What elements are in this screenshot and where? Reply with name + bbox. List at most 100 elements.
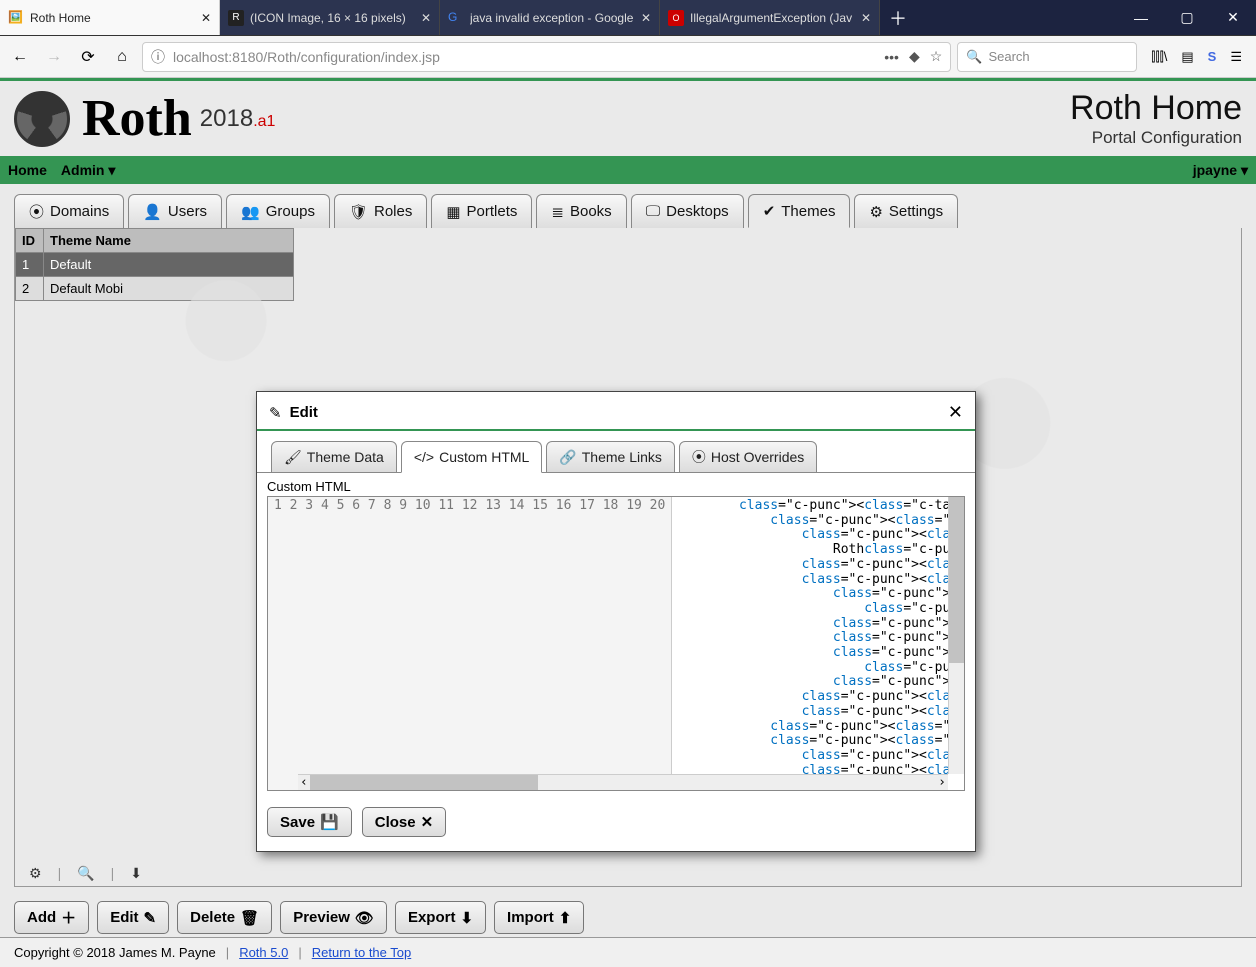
new-tab-button[interactable]: ＋ [880, 0, 916, 35]
page-icon: R [228, 10, 244, 26]
sidebar-icon[interactable]: ▤ [1181, 49, 1193, 65]
import-button[interactable]: Import⬆ [494, 901, 584, 934]
delete-button[interactable]: Delete🗑 [177, 901, 272, 934]
forward-button[interactable]: → [40, 43, 68, 71]
menu-home[interactable]: Home [8, 162, 47, 178]
home-button[interactable]: ⌂ [108, 43, 136, 71]
menu-admin[interactable]: Admin ▾ [61, 162, 115, 179]
tab-settings[interactable]: ⚙Settings [854, 194, 958, 228]
close-icon[interactable]: ✕ [201, 11, 211, 25]
tab-domains[interactable]: ⦿Domains [14, 194, 124, 228]
library-icon[interactable]: ⫿⫿⫿\ [1151, 49, 1167, 65]
more-icon[interactable]: ••• [884, 49, 899, 65]
browser-titlebar: 🖼️ Roth Home ✕ R (ICON Image, 16 × 16 pi… [0, 0, 1256, 36]
tab-themes[interactable]: ✔Themes [748, 194, 851, 228]
close-icon[interactable]: ✕ [948, 402, 963, 423]
menu-icon[interactable]: ☰ [1230, 49, 1242, 65]
logo-gear-icon [14, 91, 70, 147]
tab-roles[interactable]: 🛡Roles [334, 194, 427, 228]
users-icon: 👥 [241, 203, 260, 221]
portal-title: Roth Home [1070, 89, 1242, 128]
export-button[interactable]: Export⬇ [395, 901, 486, 934]
browser-tab[interactable]: R (ICON Image, 16 × 16 pixels) ✕ [220, 0, 440, 35]
reader-icon[interactable]: ◆ [909, 48, 920, 65]
search-bar[interactable]: 🔍 Search [957, 42, 1137, 72]
roth-link[interactable]: Roth 5.0 [239, 945, 288, 960]
trash-icon: 🗑 [240, 909, 259, 927]
reload-button[interactable]: ⟳ [74, 43, 102, 71]
panel-toolbar: ⚙ | 🔍 | ⬇ [15, 861, 1241, 886]
tab-users[interactable]: 👤Users [128, 194, 222, 228]
edit-icon: ✎ [144, 909, 157, 927]
themes-table: ID Theme Name 1 Default 2 Default Mobi [15, 228, 294, 301]
browser-tab-active[interactable]: 🖼️ Roth Home ✕ [0, 0, 220, 35]
return-top-link[interactable]: Return to the Top [312, 945, 412, 960]
search-icon[interactable]: 🔍 [77, 865, 94, 882]
info-icon[interactable]: ⓘ [151, 47, 165, 67]
check-icon: ✔ [763, 202, 776, 220]
google-icon: G [448, 10, 464, 26]
grid-icon: ▦ [446, 203, 460, 221]
tab-desktops[interactable]: 🖵Desktops [631, 194, 744, 228]
tab-host-overrides[interactable]: ⦿Host Overrides [679, 441, 817, 473]
code-content[interactable]: class="c-punc"><class="c-tag">div class=… [672, 497, 964, 790]
add-button[interactable]: Add＋ [14, 901, 89, 934]
cell-id: 1 [16, 253, 44, 277]
bookmark-icon[interactable]: ☆ [930, 48, 943, 65]
shield-icon: 🛡 [349, 203, 368, 221]
cell-name: Default [44, 253, 294, 277]
tab-theme-links[interactable]: 🔗Theme Links [546, 441, 675, 473]
brush-icon: 🖌 [284, 449, 302, 466]
gear-icon[interactable]: ⚙ [29, 865, 42, 882]
code-icon: </> [414, 449, 434, 465]
user-menu[interactable]: jpayne ▾ [1193, 162, 1248, 179]
oracle-icon: O [668, 10, 684, 26]
preview-button[interactable]: Preview👁 [280, 901, 387, 934]
page-header: Roth 2018.a1 Roth Home Portal Configurat… [0, 81, 1256, 156]
table-row[interactable]: 2 Default Mobi [16, 277, 294, 301]
tab-label: java invalid exception - Google [470, 11, 635, 25]
browser-tab[interactable]: O IllegalArgumentException (Jav ✕ [660, 0, 880, 35]
admin-tab-strip: ⦿Domains 👤Users 👥Groups 🛡Roles ▦Portlets… [0, 184, 1256, 228]
col-id[interactable]: ID [16, 229, 44, 253]
close-icon: ✕ [421, 813, 434, 831]
minimize-button[interactable]: — [1118, 0, 1164, 35]
horizontal-scrollbar[interactable] [298, 774, 948, 790]
maximize-button[interactable]: ▢ [1164, 0, 1210, 35]
url-text: localhost:8180/Roth/configuration/index.… [173, 49, 440, 65]
link-icon: 🔗 [559, 449, 576, 466]
main-menu-bar: Home Admin ▾ jpayne ▾ [0, 156, 1256, 184]
tab-label: Roth Home [30, 11, 195, 25]
back-button[interactable]: ← [6, 43, 34, 71]
close-icon[interactable]: ✕ [861, 11, 871, 25]
close-icon[interactable]: ✕ [421, 11, 431, 25]
action-row: Add＋ Edit✎ Delete🗑 Preview👁 Export⬇ Impo… [0, 893, 1256, 937]
edit-dialog: ✎ Edit ✕ 🖌Theme Data </>Custom HTML 🔗The… [256, 391, 976, 852]
tab-theme-data[interactable]: 🖌Theme Data [271, 441, 397, 473]
stylish-icon[interactable]: S [1208, 49, 1217, 64]
tab-custom-html[interactable]: </>Custom HTML [401, 441, 542, 473]
close-window-button[interactable]: ✕ [1210, 0, 1256, 35]
save-button[interactable]: Save💾 [267, 807, 352, 837]
cell-id: 2 [16, 277, 44, 301]
edit-button[interactable]: Edit✎ [97, 901, 169, 934]
line-gutter: 1 2 3 4 5 6 7 8 9 10 11 12 13 14 15 16 1… [268, 497, 672, 790]
gear-icon: ⚙ [869, 203, 882, 221]
download-icon[interactable]: ⬇ [130, 865, 142, 882]
search-placeholder: Search [988, 49, 1029, 64]
vertical-scrollbar[interactable] [948, 497, 964, 774]
copyright-text: Copyright © 2018 James M. Payne [14, 945, 216, 960]
table-row[interactable]: 1 Default [16, 253, 294, 277]
tab-portlets[interactable]: ▦Portlets [431, 194, 532, 228]
browser-toolbar: ← → ⟳ ⌂ ⓘ localhost:8180/Roth/configurat… [0, 36, 1256, 78]
browser-tab[interactable]: G java invalid exception - Google ✕ [440, 0, 660, 35]
code-editor[interactable]: 1 2 3 4 5 6 7 8 9 10 11 12 13 14 15 16 1… [267, 496, 965, 791]
col-name[interactable]: Theme Name [44, 229, 294, 253]
close-icon[interactable]: ✕ [641, 11, 651, 25]
search-icon: 🔍 [966, 49, 982, 65]
book-icon: ≣ [551, 203, 564, 221]
tab-groups[interactable]: 👥Groups [226, 194, 330, 228]
url-bar[interactable]: ⓘ localhost:8180/Roth/configuration/inde… [142, 42, 951, 72]
tab-books[interactable]: ≣Books [536, 194, 626, 228]
close-button[interactable]: Close✕ [362, 807, 446, 837]
